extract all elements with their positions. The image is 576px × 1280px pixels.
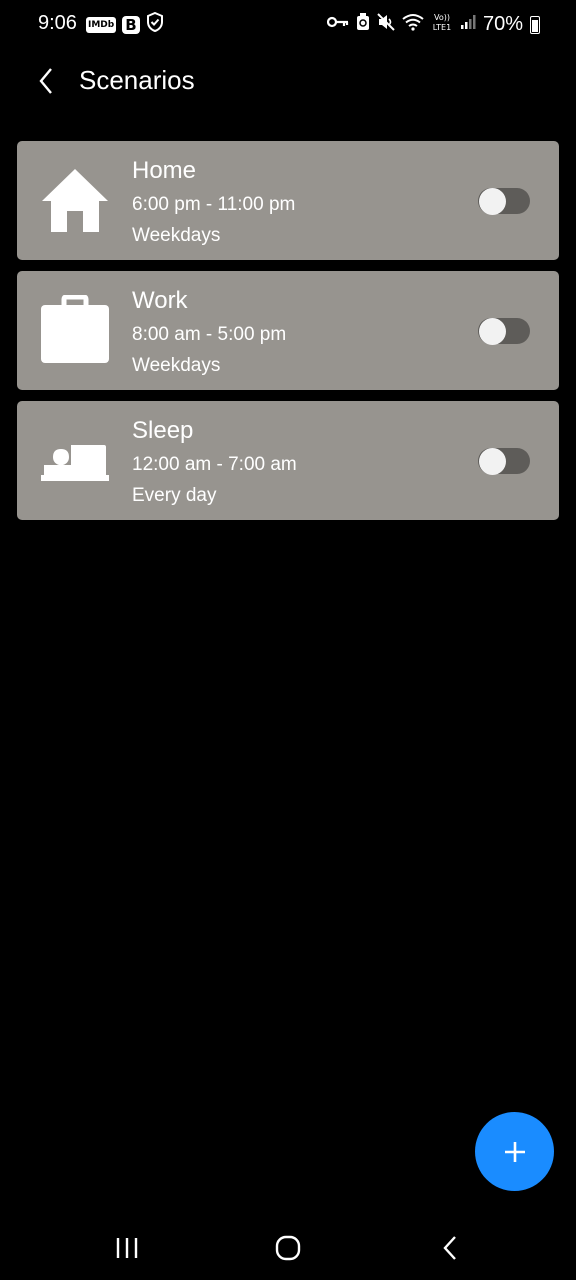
- scenario-card-sleep[interactable]: Sleep 12:00 am - 7:00 am Every day: [17, 401, 559, 520]
- scenario-card-work[interactable]: Work 8:00 am - 5:00 pm Weekdays: [17, 271, 559, 390]
- scenarios-screen: 9:06 IMDb B Vo)) LTE1 70% Scenarios Home…: [0, 0, 576, 1280]
- status-time: 9:06: [38, 12, 77, 34]
- chevron-left-icon: [39, 68, 52, 94]
- shield-check-icon: [146, 11, 164, 37]
- scenario-time: 8:00 am - 5:00 pm: [132, 324, 287, 345]
- scenario-time: 12:00 am - 7:00 am: [132, 454, 297, 475]
- status-notification-icons: IMDb B: [86, 11, 164, 37]
- svg-text:LTE1: LTE1: [433, 23, 451, 32]
- scenario-name: Sleep: [132, 417, 194, 444]
- battery-percentage: 70%: [482, 13, 523, 35]
- imdb-icon: IMDb: [86, 16, 117, 33]
- toggle-knob: [479, 188, 506, 215]
- scenario-days: Every day: [132, 485, 217, 506]
- scenario-list: Home 6:00 pm - 11:00 pm Weekdays Work 8:…: [17, 141, 559, 531]
- mute-icon: [377, 13, 395, 36]
- toggle-knob: [479, 318, 506, 345]
- scenario-name: Work: [132, 287, 188, 314]
- signal-icon: [460, 14, 476, 35]
- scenario-time: 6:00 pm - 11:00 pm: [132, 194, 296, 215]
- scenario-days: Weekdays: [132, 355, 221, 376]
- system-nav-bar: [0, 1218, 576, 1280]
- plus-icon: [504, 1141, 525, 1162]
- scenario-toggle-sleep[interactable]: [478, 448, 530, 475]
- svg-text:Vo)): Vo)): [434, 13, 450, 22]
- home-circle-icon: [275, 1235, 301, 1261]
- toggle-knob: [479, 448, 506, 475]
- home-button[interactable]: [268, 1232, 308, 1264]
- back-arrow-icon: [443, 1236, 456, 1260]
- scenario-days: Weekdays: [132, 225, 221, 246]
- status-system-icons: Vo)) LTE1 70%: [326, 12, 540, 37]
- recent-apps-icon: [116, 1238, 138, 1258]
- house-icon: [41, 165, 109, 235]
- add-scenario-button[interactable]: [475, 1112, 554, 1191]
- battery-icon: [530, 15, 540, 34]
- status-bar: 9:06 IMDb B Vo)) LTE1 70%: [0, 0, 576, 48]
- system-back-button[interactable]: [430, 1232, 470, 1264]
- briefcase-icon: [41, 294, 109, 365]
- volte-lte-icon: Vo)) LTE1: [431, 12, 453, 37]
- wifi-icon: [402, 13, 424, 36]
- scenario-name: Home: [132, 157, 197, 184]
- recycle-icon: [356, 13, 370, 36]
- app-header: Scenarios: [0, 56, 576, 106]
- scenario-toggle-work[interactable]: [478, 318, 530, 345]
- recent-apps-button[interactable]: [107, 1232, 147, 1264]
- scenario-card-home[interactable]: Home 6:00 pm - 11:00 pm Weekdays: [17, 141, 559, 260]
- bed-icon: [41, 425, 109, 495]
- scenario-toggle-home[interactable]: [478, 188, 530, 215]
- b-app-icon: B: [122, 15, 140, 34]
- page-title: Scenarios: [79, 65, 195, 95]
- key-icon: [326, 15, 349, 34]
- back-button[interactable]: [28, 64, 64, 98]
